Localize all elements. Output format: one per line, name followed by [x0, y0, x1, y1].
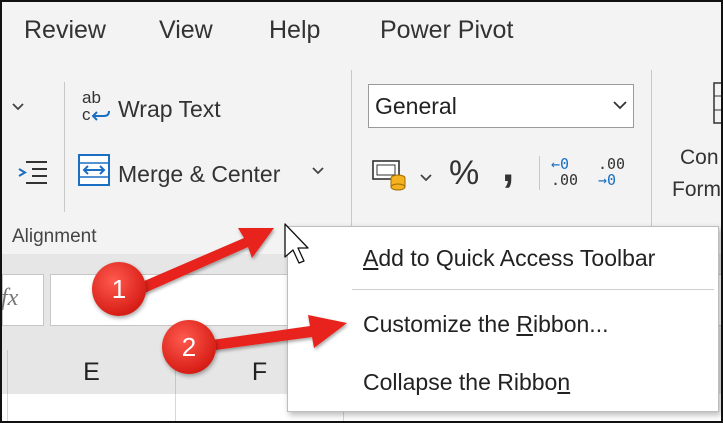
annotation-badge-2: 2	[162, 320, 216, 374]
annotation-badge-1: 1	[92, 262, 146, 316]
excel-window: Review View Help Power Pivot ab c Wrap T…	[0, 0, 723, 423]
mouse-cursor-icon	[284, 223, 309, 264]
annotation-overlay	[114, 223, 347, 354]
